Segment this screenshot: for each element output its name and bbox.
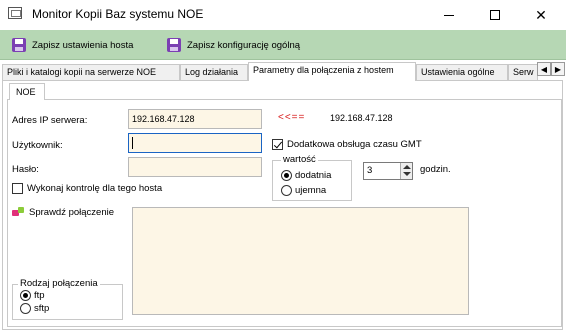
value-sign-group-title: wartość bbox=[281, 154, 318, 165]
tab-files[interactable]: Pliki i katalogi kopii na serwerze NOE bbox=[2, 64, 180, 80]
save-host-settings-button[interactable]: Zapisz ustawienia hosta bbox=[12, 36, 133, 54]
tab-scroll-right-icon[interactable]: ▶ bbox=[551, 62, 565, 76]
host-control-label: Wykonaj kontrolę dla tego hosta bbox=[27, 183, 163, 194]
sftp-label: sftp bbox=[34, 303, 50, 314]
negative-radio[interactable] bbox=[281, 185, 292, 196]
host-control-checkbox[interactable] bbox=[12, 183, 23, 194]
tab-strip: Pliki i katalogi kopii na serwerze NOE L… bbox=[0, 62, 566, 81]
minimize-icon bbox=[444, 14, 454, 16]
maximize-icon bbox=[490, 10, 500, 20]
user-label: Użytkownik: bbox=[12, 140, 63, 151]
positive-radio[interactable] bbox=[281, 170, 292, 181]
user-input[interactable] bbox=[128, 133, 262, 153]
connection-type-group bbox=[12, 284, 123, 320]
stepper-down-icon[interactable] bbox=[403, 172, 411, 176]
gmt-checkbox[interactable] bbox=[272, 139, 283, 150]
sftp-radio[interactable] bbox=[20, 303, 31, 314]
close-button[interactable]: ✕ bbox=[518, 0, 564, 30]
save-general-config-button[interactable]: Zapisz konfigurację ogólną bbox=[167, 36, 300, 54]
hours-stepper[interactable]: 3 bbox=[363, 162, 413, 180]
minimize-button[interactable] bbox=[426, 0, 472, 30]
subtab-noe[interactable]: NOE bbox=[9, 83, 45, 100]
gmt-label: Dodatkowa obsługa czasu GMT bbox=[287, 139, 422, 150]
plug-icon bbox=[12, 207, 25, 218]
connection-result-area[interactable] bbox=[132, 207, 469, 315]
close-icon: ✕ bbox=[535, 6, 547, 23]
app-window-icon bbox=[8, 7, 22, 19]
tab-log[interactable]: Log działania bbox=[180, 64, 248, 80]
server-ip-echo: 192.168.47.128 bbox=[330, 113, 393, 123]
save-general-config-label: Zapisz konfigurację ogólną bbox=[187, 39, 301, 51]
password-input[interactable] bbox=[128, 157, 262, 177]
tab-general-settings[interactable]: Ustawienia ogólne bbox=[416, 64, 508, 80]
server-ip-input[interactable]: 192.168.47.128 bbox=[128, 109, 262, 129]
tab-scroll-buttons: ◀ ▶ bbox=[537, 62, 565, 76]
check-connection-button[interactable]: Sprawdź połączenie bbox=[12, 207, 114, 218]
floppy-disk-icon bbox=[12, 38, 26, 52]
maximize-button[interactable] bbox=[472, 0, 518, 30]
ftp-radio[interactable] bbox=[20, 290, 31, 301]
server-ip-label: Adres IP serwera: bbox=[12, 115, 88, 126]
stepper-up-icon[interactable] bbox=[403, 165, 411, 169]
check-connection-label: Sprawdź połączenie bbox=[29, 207, 115, 218]
hours-stepper-buttons[interactable] bbox=[400, 163, 412, 179]
tab-scroll-left-icon[interactable]: ◀ bbox=[537, 62, 551, 76]
connection-type-title: Rodzaj połączenia bbox=[18, 278, 100, 289]
window-title: Monitor Kopii Baz systemu NOE bbox=[32, 7, 204, 21]
ftp-label: ftp bbox=[34, 290, 45, 301]
negative-label: ujemna bbox=[295, 185, 327, 196]
hours-value: 3 bbox=[367, 165, 373, 176]
positive-label: dodatnia bbox=[295, 170, 332, 181]
floppy-disk-icon bbox=[167, 38, 181, 52]
arrow-indicator: <<== bbox=[278, 112, 306, 123]
toolbar: Zapisz ustawienia hosta Zapisz konfigura… bbox=[0, 30, 566, 60]
title-bar: Monitor Kopii Baz systemu NOE ✕ bbox=[0, 0, 566, 30]
tab-server[interactable]: Serw bbox=[508, 64, 538, 80]
tab-connection-params[interactable]: Parametry dla połączenia z hostem bbox=[248, 62, 416, 81]
save-host-settings-label: Zapisz ustawienia hosta bbox=[32, 39, 134, 51]
password-label: Hasło: bbox=[12, 164, 39, 175]
hours-label: godzin. bbox=[420, 164, 451, 175]
